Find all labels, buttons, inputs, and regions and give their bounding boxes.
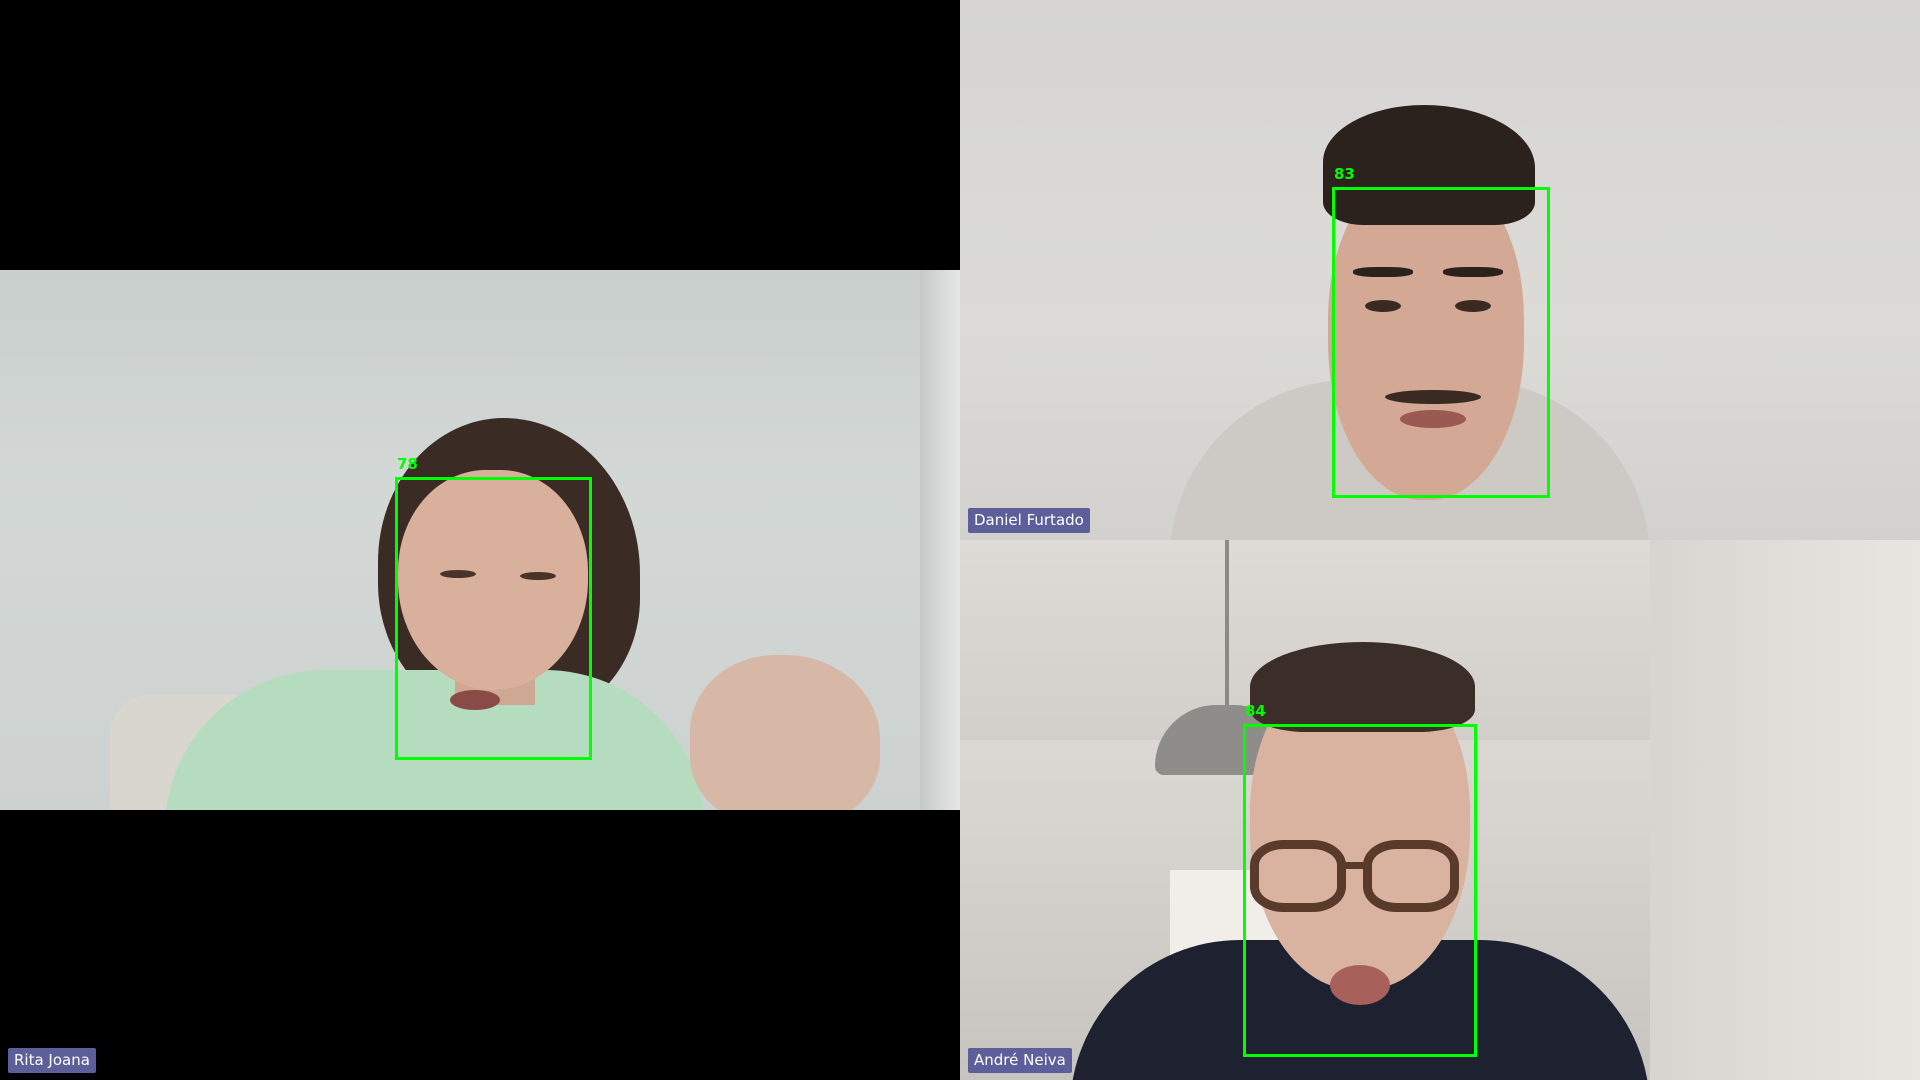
video-grid: 78 Rita Joana 83 Daniel Furtado 84 André… — [0, 0, 1920, 1080]
hand — [690, 655, 880, 810]
face-score: 84 — [1245, 702, 1266, 720]
participant-video: 78 — [0, 270, 960, 810]
participant-tile-rita-joana[interactable]: 78 Rita Joana — [0, 0, 960, 1080]
hair — [1250, 642, 1475, 732]
face-detection-box — [395, 477, 592, 760]
participant-video: 84 — [960, 540, 1920, 1080]
face-score: 83 — [1334, 165, 1355, 183]
window-light — [920, 270, 960, 810]
lamp-cord — [1225, 540, 1229, 715]
participant-name-tag: Daniel Furtado — [968, 508, 1090, 533]
participant-video: 83 — [960, 0, 1920, 540]
participant-tile-daniel-furtado[interactable]: 83 Daniel Furtado — [960, 0, 1920, 540]
participant-tile-andre-neiva[interactable]: 84 André Neiva — [960, 540, 1920, 1080]
right-wall — [1650, 540, 1920, 1080]
participant-name-tag: André Neiva — [968, 1048, 1072, 1073]
face-detection-box — [1332, 187, 1550, 498]
face-detection-box — [1243, 724, 1477, 1057]
participant-name-tag: Rita Joana — [8, 1048, 96, 1073]
face-score: 78 — [397, 455, 418, 473]
